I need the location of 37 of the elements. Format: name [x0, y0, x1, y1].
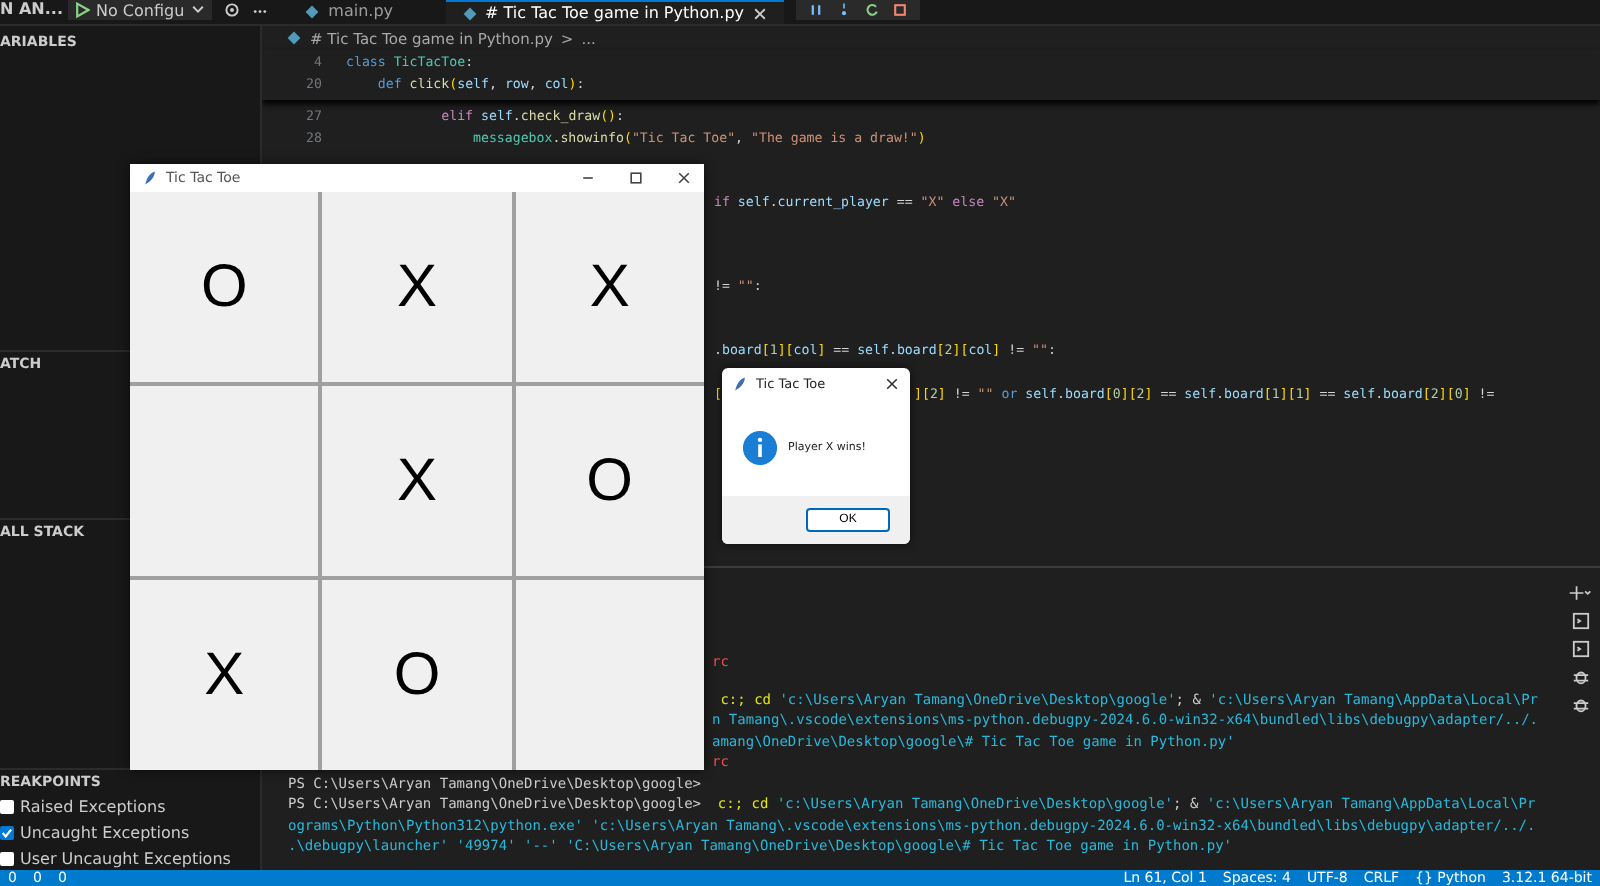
breakpoint-option[interactable]: Raised Exceptions: [0, 796, 260, 818]
maximize-icon[interactable]: [628, 170, 644, 186]
close-icon[interactable]: [884, 375, 900, 391]
terminal-icon[interactable]: [1571, 640, 1589, 658]
info-icon: [742, 429, 778, 465]
board-cell[interactable]: [130, 386, 319, 576]
configuration-dropdown[interactable]: No Configu: [68, 0, 213, 20]
stop-icon[interactable]: [892, 2, 909, 18]
board-cell[interactable]: O: [322, 580, 512, 770]
breakpoint-option[interactable]: User Uncaught Exceptions: [0, 848, 260, 870]
pause-icon[interactable]: [808, 2, 825, 18]
bug-icon[interactable]: [1571, 668, 1589, 686]
run-and-debug-label: N AN...: [0, 0, 65, 18]
restart-icon[interactable]: [864, 2, 881, 18]
checkbox[interactable]: [0, 826, 14, 840]
board-cell[interactable]: [515, 580, 704, 770]
board-cell[interactable]: X: [322, 192, 512, 382]
feather-icon: [732, 375, 748, 391]
editor-tab[interactable]: main.py: [288, 0, 410, 22]
checkbox[interactable]: [0, 800, 14, 814]
board-cell[interactable]: X: [130, 580, 319, 770]
add-terminal-icon[interactable]: [1568, 584, 1592, 602]
board-cell[interactable]: O: [130, 192, 319, 382]
terminal-icon[interactable]: [1571, 612, 1589, 630]
bug-icon[interactable]: [1571, 696, 1589, 714]
play-icon: [74, 2, 90, 18]
caret-icon: [190, 2, 207, 18]
board-cell[interactable]: X: [322, 386, 512, 576]
python-file-icon: [461, 5, 478, 21]
close-icon[interactable]: [676, 170, 692, 186]
settings-icon[interactable]: [224, 2, 241, 18]
breakpoint-option[interactable]: Uncaught Exceptions: [0, 822, 260, 844]
feather-icon: [142, 170, 158, 186]
board-cell[interactable]: O: [515, 386, 704, 576]
board-cell[interactable]: X: [515, 192, 704, 382]
checkbox[interactable]: [0, 852, 14, 866]
editor-tab[interactable]: # Tic Tac Toe game in Python.py: [445, 0, 785, 24]
